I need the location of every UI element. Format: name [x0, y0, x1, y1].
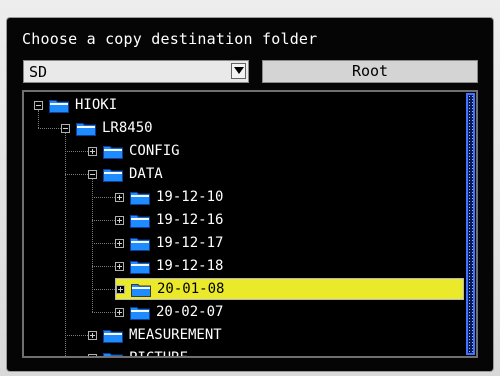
tree-item-picture[interactable]: PICTURE [88, 347, 189, 358]
tree-item-hioki[interactable]: HIOKI [34, 94, 117, 116]
tree-item-label: 20-02-07 [156, 304, 224, 320]
folder-icon [130, 305, 156, 320]
tree-item-19-12-10[interactable]: 19-12-10 [115, 186, 223, 208]
tree-item-label: 19-12-18 [156, 258, 224, 274]
folder-icon [49, 98, 75, 113]
folder-icon [76, 121, 102, 136]
folder-icon [131, 282, 157, 297]
expand-plus-icon[interactable] [88, 330, 97, 340]
tree-item-label: 19-12-16 [156, 212, 224, 228]
tree-guide [92, 179, 93, 312]
tree-item-label: PICTURE [129, 350, 189, 358]
expand-plus-icon[interactable] [115, 238, 124, 248]
tree-connector [92, 289, 115, 290]
folder-icon [103, 328, 129, 343]
folder-icon [103, 167, 129, 182]
expand-plus-icon[interactable] [116, 284, 125, 294]
tree-connector [65, 174, 88, 175]
collapse-minus-icon[interactable] [88, 169, 97, 179]
tree-item-measurement[interactable]: MEASUREMENT [88, 324, 222, 346]
tree-item-label: 19-12-10 [156, 189, 224, 205]
tree-guide [65, 133, 66, 356]
folder-icon [130, 213, 156, 228]
scrollbar-thumb[interactable] [468, 95, 473, 353]
folder-icon [130, 190, 156, 205]
drive-select[interactable]: SD [23, 60, 249, 83]
folder-icon [103, 144, 129, 159]
tree-connector [92, 243, 115, 244]
tree-connector [92, 220, 115, 221]
dialog-title: Choose a copy destination folder [22, 30, 318, 48]
tree-item-lr8450[interactable]: LR8450 [61, 117, 153, 139]
tree-item-20-01-08[interactable]: 20-01-08 [115, 278, 464, 300]
tree-item-19-12-17[interactable]: 19-12-17 [115, 232, 223, 254]
collapse-minus-icon[interactable] [34, 100, 43, 110]
tree-connector [92, 197, 115, 198]
expand-plus-icon[interactable] [115, 307, 124, 317]
tree-connector [65, 335, 88, 336]
expand-plus-icon[interactable] [115, 192, 124, 202]
tree-item-label: DATA [129, 166, 163, 182]
tree-item-label: 20-01-08 [157, 281, 225, 297]
tree-connector [92, 266, 115, 267]
expand-plus-icon[interactable] [88, 353, 97, 356]
chevron-down-icon[interactable] [231, 63, 246, 79]
tree-item-label: CONFIG [129, 143, 180, 159]
tree-item-config[interactable]: CONFIG [88, 140, 180, 162]
tree-connector [38, 128, 61, 129]
folder-icon [130, 259, 156, 274]
expand-plus-icon[interactable] [115, 215, 124, 225]
tree-item-19-12-16[interactable]: 19-12-16 [115, 209, 223, 231]
tree-item-label: MEASUREMENT [129, 327, 222, 343]
tree-item-data[interactable]: DATA [88, 163, 163, 185]
root-button[interactable]: Root [262, 60, 478, 83]
folder-icon [103, 351, 129, 356]
tree-item-label: HIOKI [75, 97, 118, 113]
drive-select-value: SD [29, 63, 48, 81]
tree-item-20-02-07[interactable]: 20-02-07 [115, 301, 223, 323]
tree-item-label: 19-12-17 [156, 235, 224, 251]
tree-item-label: LR8450 [102, 120, 153, 136]
expand-plus-icon[interactable] [88, 146, 97, 156]
folder-icon [130, 236, 156, 251]
tree-item-19-12-18[interactable]: 19-12-18 [115, 255, 223, 277]
tree-connector [92, 312, 115, 313]
folder-tree: HIOKI LR8450 CONFIG DATA 19-12-10 19-12-16 19-… [22, 90, 478, 358]
tree-connector [65, 151, 88, 152]
expand-plus-icon[interactable] [115, 261, 124, 271]
vertical-scrollbar[interactable] [466, 93, 475, 355]
collapse-minus-icon[interactable] [61, 123, 70, 133]
